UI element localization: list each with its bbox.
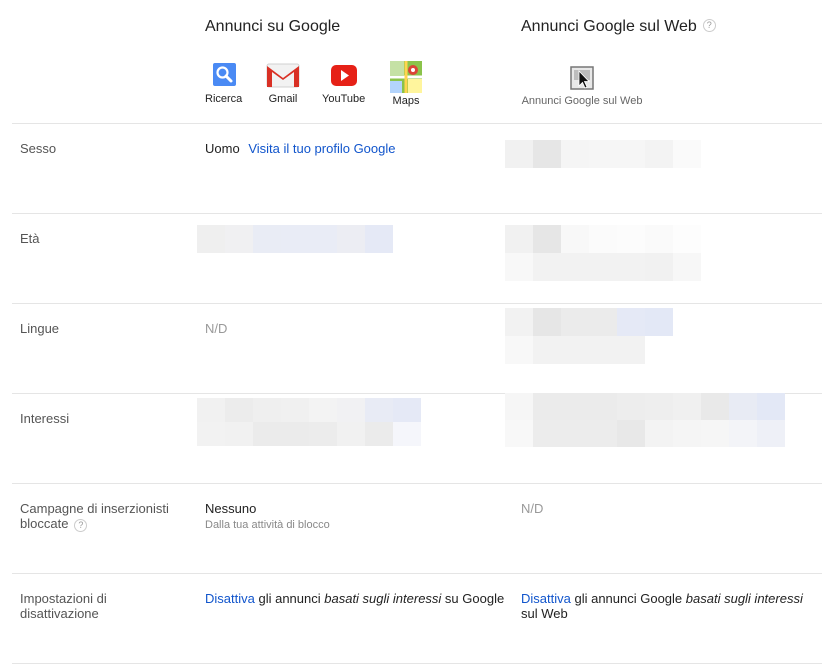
product-ricerca: Ricerca: [205, 61, 242, 105]
redacted-eta-web: [505, 225, 701, 281]
column-header-google: Annunci su Google: [205, 18, 340, 36]
divider: [12, 573, 822, 574]
divider: [12, 303, 822, 304]
divider: [12, 123, 822, 124]
blocked-campaigns-source: Dalla tua attività di blocco: [205, 519, 330, 531]
redacted-interessi-web: [505, 393, 785, 447]
help-icon[interactable]: ?: [74, 519, 88, 532]
opt-out-web-text1: gli annunci Google: [570, 591, 686, 606]
column-header-google-title: Annunci su Google: [205, 18, 341, 35]
row-label-eta: Età: [20, 231, 40, 246]
gender-value: Uomo: [205, 141, 240, 156]
redacted-sesso-web: [505, 140, 701, 168]
gmail-icon: [266, 63, 300, 88]
divider: [12, 663, 822, 664]
column-header-web: Annunci Google sul Web?: [521, 18, 716, 36]
product-youtube: YouTube: [322, 61, 365, 105]
redacted-eta-google: [197, 225, 393, 253]
google-profile-link[interactable]: Visita il tuo profilo Google: [248, 141, 395, 156]
cell-lingue-google: N/D: [205, 321, 228, 336]
product-gmail: Gmail: [265, 61, 301, 105]
opt-out-google-text2: su Google: [441, 591, 505, 606]
row-label-campagne: Campagne di inserzionisti bloccate?: [20, 501, 169, 532]
redacted-lingue-web: [505, 308, 673, 364]
row-label-impostazioni: Impostazioni di disattivazione: [20, 591, 107, 621]
maps-icon: [390, 61, 422, 93]
product-label: YouTube: [322, 93, 366, 105]
row-label-interessi: Interessi: [20, 411, 70, 426]
opt-out-web-em: basati sugli interessi: [685, 591, 803, 606]
row-label-campagne-line2: bloccate: [20, 516, 69, 531]
cell-impostazioni-google: Disattiva gli annunci basati sugli inter…: [205, 591, 504, 606]
help-icon[interactable]: ?: [702, 19, 716, 32]
search-icon: [212, 63, 236, 86]
opt-out-google-em: basati sugli interessi: [324, 591, 442, 606]
web-ads-icon: [570, 66, 594, 90]
row-label-impostazioni-line1: Impostazioni di: [20, 591, 107, 606]
cell-sesso-google: Uomo Visita il tuo profilo Google: [205, 141, 396, 156]
opt-out-web-text2: sul Web: [521, 606, 568, 621]
product-label: Maps: [392, 95, 420, 107]
product-web-ads: Annunci Google sul Web: [521, 66, 643, 107]
opt-out-google-link[interactable]: Disattiva: [205, 591, 255, 606]
opt-out-web-link[interactable]: Disattiva: [521, 591, 571, 606]
product-label: Annunci Google sul Web: [521, 95, 643, 107]
row-label-lingue: Lingue: [20, 321, 60, 336]
cell-campagne-web: N/D: [521, 501, 544, 516]
row-label-impostazioni-line2: disattivazione: [20, 606, 99, 621]
product-label: Gmail: [268, 93, 298, 105]
divider: [12, 213, 822, 214]
blocked-campaigns-value: Nessuno: [205, 501, 257, 516]
product-maps: Maps: [390, 61, 422, 107]
product-label: Ricerca: [205, 93, 243, 105]
youtube-icon: [330, 65, 357, 86]
column-header-web-title: Annunci Google sul Web: [521, 18, 697, 35]
cell-campagne-google: Nessuno Dalla tua attività di blocco: [205, 501, 330, 533]
cell-impostazioni-web: Disattiva gli annunci Google basati sugl…: [521, 591, 821, 621]
opt-out-google-text1: gli annunci: [254, 591, 325, 606]
row-label-sesso: Sesso: [20, 141, 57, 156]
redacted-interessi-google: [197, 398, 421, 446]
row-label-campagne-line1: Campagne di inserzionisti: [20, 501, 169, 516]
divider: [12, 483, 822, 484]
